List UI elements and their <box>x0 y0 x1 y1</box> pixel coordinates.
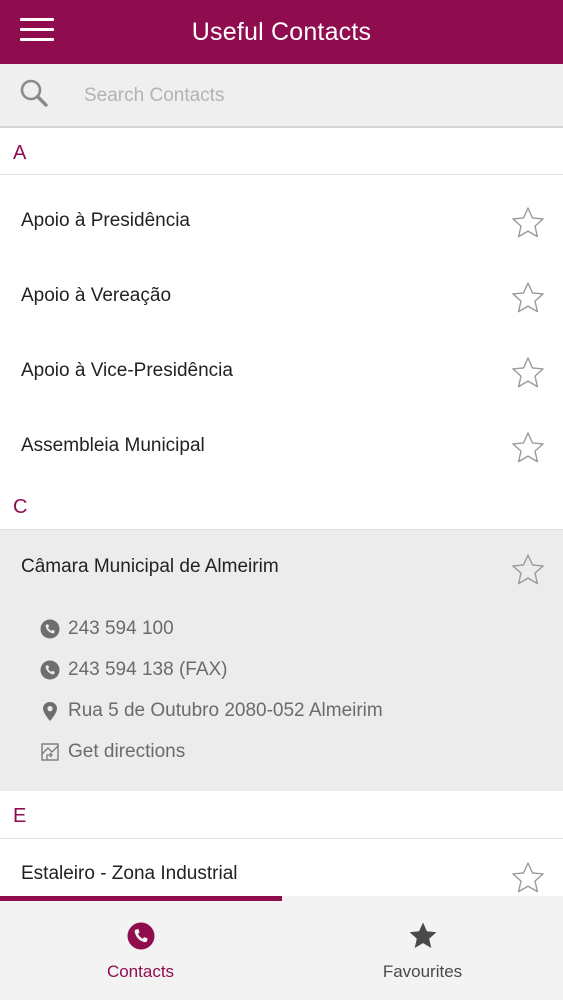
get-directions-link[interactable]: Get directions <box>40 739 520 769</box>
contact-name: Câmara Municipal de Almeirim <box>21 556 279 577</box>
list-item[interactable]: Apoio à Vereação <box>0 259 563 334</box>
contact-name: Apoio à Vereação <box>21 285 172 306</box>
section-header-e: E <box>0 791 563 839</box>
phone-icon <box>40 619 60 639</box>
section-header-a: A <box>0 130 563 175</box>
search-bar <box>0 64 563 128</box>
directions-text: Get directions <box>68 741 186 762</box>
expanded-contact-card[interactable]: Câmara Municipal de Almeirim 243 594 100… <box>0 530 563 791</box>
star-outline-icon[interactable] <box>511 861 545 895</box>
list-item[interactable]: Assembleia Municipal <box>0 409 563 484</box>
tab-contacts[interactable]: Contacts <box>0 901 281 1000</box>
fax-number: 243 594 138 (FAX) <box>68 659 228 680</box>
contact-name: Apoio à Vice-Presidência <box>21 360 233 381</box>
section-header-c: C <box>0 484 563 530</box>
tab-label: Favourites <box>382 962 463 981</box>
contact-name: Apoio à Presidência <box>21 210 190 231</box>
tab-favourites[interactable]: Favourites <box>282 901 563 1000</box>
address-text: Rua 5 de Outubro 2080-052 Almeirim <box>68 700 383 721</box>
star-outline-icon[interactable] <box>511 356 545 390</box>
star-outline-icon[interactable] <box>511 431 545 465</box>
page-title: Useful Contacts <box>191 18 372 46</box>
app-header: Useful Contacts <box>0 0 563 64</box>
map-directions-icon <box>41 743 59 761</box>
star-outline-icon[interactable] <box>511 206 545 240</box>
phone-number-link[interactable]: 243 594 100 <box>40 616 520 646</box>
bottom-tab-bar: Contacts Favourites <box>0 896 563 1000</box>
address-link[interactable]: Rua 5 de Outubro 2080-052 Almeirim <box>40 698 520 728</box>
star-outline-icon[interactable] <box>511 553 545 587</box>
search-input[interactable] <box>78 78 538 114</box>
contact-name: Estaleiro - Zona Industrial <box>21 863 238 884</box>
star-outline-icon[interactable] <box>511 281 545 315</box>
phone-icon <box>127 922 154 950</box>
phone-icon <box>40 660 60 680</box>
contacts-list: A Apoio à Presidência Apoio à Vereação A… <box>0 130 563 909</box>
contact-name: Assembleia Municipal <box>21 435 205 456</box>
location-pin-icon <box>43 702 57 721</box>
list-item[interactable]: Apoio à Vice-Presidência <box>0 334 563 409</box>
star-filled-icon <box>409 922 436 948</box>
list-item[interactable]: Apoio à Presidência <box>0 184 563 259</box>
fax-number-link[interactable]: 243 594 138 (FAX) <box>40 657 520 687</box>
phone-number: 243 594 100 <box>68 618 174 639</box>
tab-label: Contacts <box>106 962 175 981</box>
search-icon <box>20 79 48 107</box>
